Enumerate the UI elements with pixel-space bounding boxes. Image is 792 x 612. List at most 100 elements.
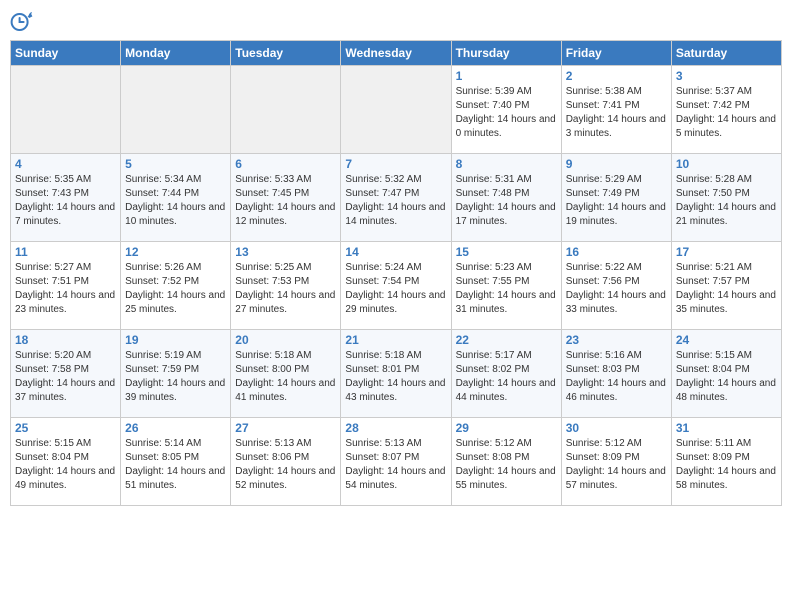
day-number: 5	[125, 157, 226, 171]
cell-info: Sunrise: 5:22 AM Sunset: 7:56 PM Dayligh…	[566, 261, 667, 317]
cell-info: Sunrise: 5:11 AM Sunset: 8:09 PM Dayligh…	[676, 437, 777, 493]
calendar-cell: 5 Sunrise: 5:34 AM Sunset: 7:44 PM Daylig…	[121, 154, 231, 242]
cell-info: Sunrise: 5:21 AM Sunset: 7:57 PM Dayligh…	[676, 261, 777, 317]
calendar-week-1: 1 Sunrise: 5:39 AM Sunset: 7:40 PM Daylig…	[11, 66, 782, 154]
cell-info: Sunrise: 5:13 AM Sunset: 8:06 PM Dayligh…	[235, 437, 336, 493]
calendar-cell: 17 Sunrise: 5:21 AM Sunset: 7:57 PM Dayli…	[671, 242, 781, 330]
cell-info: Sunrise: 5:12 AM Sunset: 8:09 PM Dayligh…	[566, 437, 667, 493]
calendar-cell: 11 Sunrise: 5:27 AM Sunset: 7:51 PM Dayli…	[11, 242, 121, 330]
calendar-week-5: 25Sunrise: 5:15 AM Sunset: 8:04 PM Dayli…	[11, 418, 782, 506]
cell-info: Sunrise: 5:32 AM Sunset: 7:47 PM Dayligh…	[345, 173, 446, 229]
cell-info: Sunrise: 5:26 AM Sunset: 7:52 PM Dayligh…	[125, 261, 226, 317]
day-number: 3	[676, 69, 777, 83]
cell-info: Sunrise: 5:15 AM Sunset: 8:04 PM Dayligh…	[15, 437, 116, 493]
day-number: 30	[566, 421, 667, 435]
day-number: 23	[566, 333, 667, 347]
day-number: 10	[676, 157, 777, 171]
day-number: 7	[345, 157, 446, 171]
day-number: 17	[676, 245, 777, 259]
day-number: 22	[456, 333, 557, 347]
general-blue-logo-icon	[10, 10, 34, 34]
cell-info: Sunrise: 5:12 AM Sunset: 8:08 PM Dayligh…	[456, 437, 557, 493]
logo	[10, 10, 38, 34]
calendar-cell: 1 Sunrise: 5:39 AM Sunset: 7:40 PM Daylig…	[451, 66, 561, 154]
cell-info: Sunrise: 5:38 AM Sunset: 7:41 PM Dayligh…	[566, 85, 667, 141]
cell-info: Sunrise: 5:24 AM Sunset: 7:54 PM Dayligh…	[345, 261, 446, 317]
cell-info: Sunrise: 5:33 AM Sunset: 7:45 PM Dayligh…	[235, 173, 336, 229]
weekday-header-friday: Friday	[561, 41, 671, 66]
weekday-header-thursday: Thursday	[451, 41, 561, 66]
calendar-cell: 30 Sunrise: 5:12 AM Sunset: 8:09 PM Dayli…	[561, 418, 671, 506]
day-number: 19	[125, 333, 226, 347]
calendar-cell: 26Sunrise: 5:14 AM Sunset: 8:05 PM Dayli…	[121, 418, 231, 506]
day-number: 24	[676, 333, 777, 347]
calendar-week-4: 18 Sunrise: 5:20 AM Sunset: 7:58 PM Dayli…	[11, 330, 782, 418]
cell-info: Sunrise: 5:20 AM Sunset: 7:58 PM Dayligh…	[15, 349, 116, 405]
calendar-cell: 6Sunrise: 5:33 AM Sunset: 7:45 PM Daylig…	[231, 154, 341, 242]
day-number: 21	[345, 333, 446, 347]
day-number: 29	[456, 421, 557, 435]
day-number: 2	[566, 69, 667, 83]
cell-info: Sunrise: 5:35 AM Sunset: 7:43 PM Dayligh…	[15, 173, 116, 229]
calendar-cell: 25Sunrise: 5:15 AM Sunset: 8:04 PM Dayli…	[11, 418, 121, 506]
calendar-cell: 15 Sunrise: 5:23 AM Sunset: 7:55 PM Dayli…	[451, 242, 561, 330]
cell-info: Sunrise: 5:19 AM Sunset: 7:59 PM Dayligh…	[125, 349, 226, 405]
calendar-cell: 19 Sunrise: 5:19 AM Sunset: 7:59 PM Dayli…	[121, 330, 231, 418]
calendar-table: SundayMondayTuesdayWednesdayThursdayFrid…	[10, 40, 782, 506]
day-number: 31	[676, 421, 777, 435]
calendar-cell: 3Sunrise: 5:37 AM Sunset: 7:42 PM Daylig…	[671, 66, 781, 154]
calendar-cell	[11, 66, 121, 154]
weekday-header-row: SundayMondayTuesdayWednesdayThursdayFrid…	[11, 41, 782, 66]
calendar-cell: 27Sunrise: 5:13 AM Sunset: 8:06 PM Dayli…	[231, 418, 341, 506]
cell-info: Sunrise: 5:13 AM Sunset: 8:07 PM Dayligh…	[345, 437, 446, 493]
calendar-cell	[121, 66, 231, 154]
calendar-cell: 28 Sunrise: 5:13 AM Sunset: 8:07 PM Dayli…	[341, 418, 451, 506]
cell-info: Sunrise: 5:29 AM Sunset: 7:49 PM Dayligh…	[566, 173, 667, 229]
cell-info: Sunrise: 5:14 AM Sunset: 8:05 PM Dayligh…	[125, 437, 226, 493]
calendar-cell: 31 Sunrise: 5:11 AM Sunset: 8:09 PM Dayli…	[671, 418, 781, 506]
cell-info: Sunrise: 5:15 AM Sunset: 8:04 PM Dayligh…	[676, 349, 777, 405]
calendar-cell	[231, 66, 341, 154]
calendar-cell: 23Sunrise: 5:16 AM Sunset: 8:03 PM Dayli…	[561, 330, 671, 418]
calendar-cell: 18 Sunrise: 5:20 AM Sunset: 7:58 PM Dayli…	[11, 330, 121, 418]
cell-info: Sunrise: 5:18 AM Sunset: 8:00 PM Dayligh…	[235, 349, 336, 405]
cell-info: Sunrise: 5:23 AM Sunset: 7:55 PM Dayligh…	[456, 261, 557, 317]
calendar-cell: 21 Sunrise: 5:18 AM Sunset: 8:01 PM Dayli…	[341, 330, 451, 418]
cell-info: Sunrise: 5:18 AM Sunset: 8:01 PM Dayligh…	[345, 349, 446, 405]
cell-info: Sunrise: 5:28 AM Sunset: 7:50 PM Dayligh…	[676, 173, 777, 229]
day-number: 1	[456, 69, 557, 83]
day-number: 11	[15, 245, 116, 259]
calendar-week-3: 11 Sunrise: 5:27 AM Sunset: 7:51 PM Dayli…	[11, 242, 782, 330]
day-number: 13	[235, 245, 336, 259]
weekday-header-wednesday: Wednesday	[341, 41, 451, 66]
calendar-cell: 29 Sunrise: 5:12 AM Sunset: 8:08 PM Dayli…	[451, 418, 561, 506]
calendar-cell: 24 Sunrise: 5:15 AM Sunset: 8:04 PM Dayli…	[671, 330, 781, 418]
cell-info: Sunrise: 5:34 AM Sunset: 7:44 PM Dayligh…	[125, 173, 226, 229]
day-number: 28	[345, 421, 446, 435]
cell-info: Sunrise: 5:27 AM Sunset: 7:51 PM Dayligh…	[15, 261, 116, 317]
day-number: 12	[125, 245, 226, 259]
calendar-cell: 9 Sunrise: 5:29 AM Sunset: 7:49 PM Daylig…	[561, 154, 671, 242]
calendar-cell: 4Sunrise: 5:35 AM Sunset: 7:43 PM Daylig…	[11, 154, 121, 242]
calendar-cell: 22 Sunrise: 5:17 AM Sunset: 8:02 PM Dayli…	[451, 330, 561, 418]
day-number: 18	[15, 333, 116, 347]
calendar-week-2: 4Sunrise: 5:35 AM Sunset: 7:43 PM Daylig…	[11, 154, 782, 242]
calendar-cell: 8 Sunrise: 5:31 AM Sunset: 7:48 PM Daylig…	[451, 154, 561, 242]
day-number: 8	[456, 157, 557, 171]
calendar-cell	[341, 66, 451, 154]
cell-info: Sunrise: 5:31 AM Sunset: 7:48 PM Dayligh…	[456, 173, 557, 229]
day-number: 16	[566, 245, 667, 259]
day-number: 20	[235, 333, 336, 347]
calendar-cell: 16 Sunrise: 5:22 AM Sunset: 7:56 PM Dayli…	[561, 242, 671, 330]
calendar-cell: 2 Sunrise: 5:38 AM Sunset: 7:41 PM Daylig…	[561, 66, 671, 154]
weekday-header-sunday: Sunday	[11, 41, 121, 66]
cell-info: Sunrise: 5:39 AM Sunset: 7:40 PM Dayligh…	[456, 85, 557, 141]
calendar-cell: 20 Sunrise: 5:18 AM Sunset: 8:00 PM Dayli…	[231, 330, 341, 418]
day-number: 9	[566, 157, 667, 171]
cell-info: Sunrise: 5:25 AM Sunset: 7:53 PM Dayligh…	[235, 261, 336, 317]
day-number: 14	[345, 245, 446, 259]
weekday-header-monday: Monday	[121, 41, 231, 66]
calendar-cell: 14 Sunrise: 5:24 AM Sunset: 7:54 PM Dayli…	[341, 242, 451, 330]
cell-info: Sunrise: 5:17 AM Sunset: 8:02 PM Dayligh…	[456, 349, 557, 405]
day-number: 15	[456, 245, 557, 259]
